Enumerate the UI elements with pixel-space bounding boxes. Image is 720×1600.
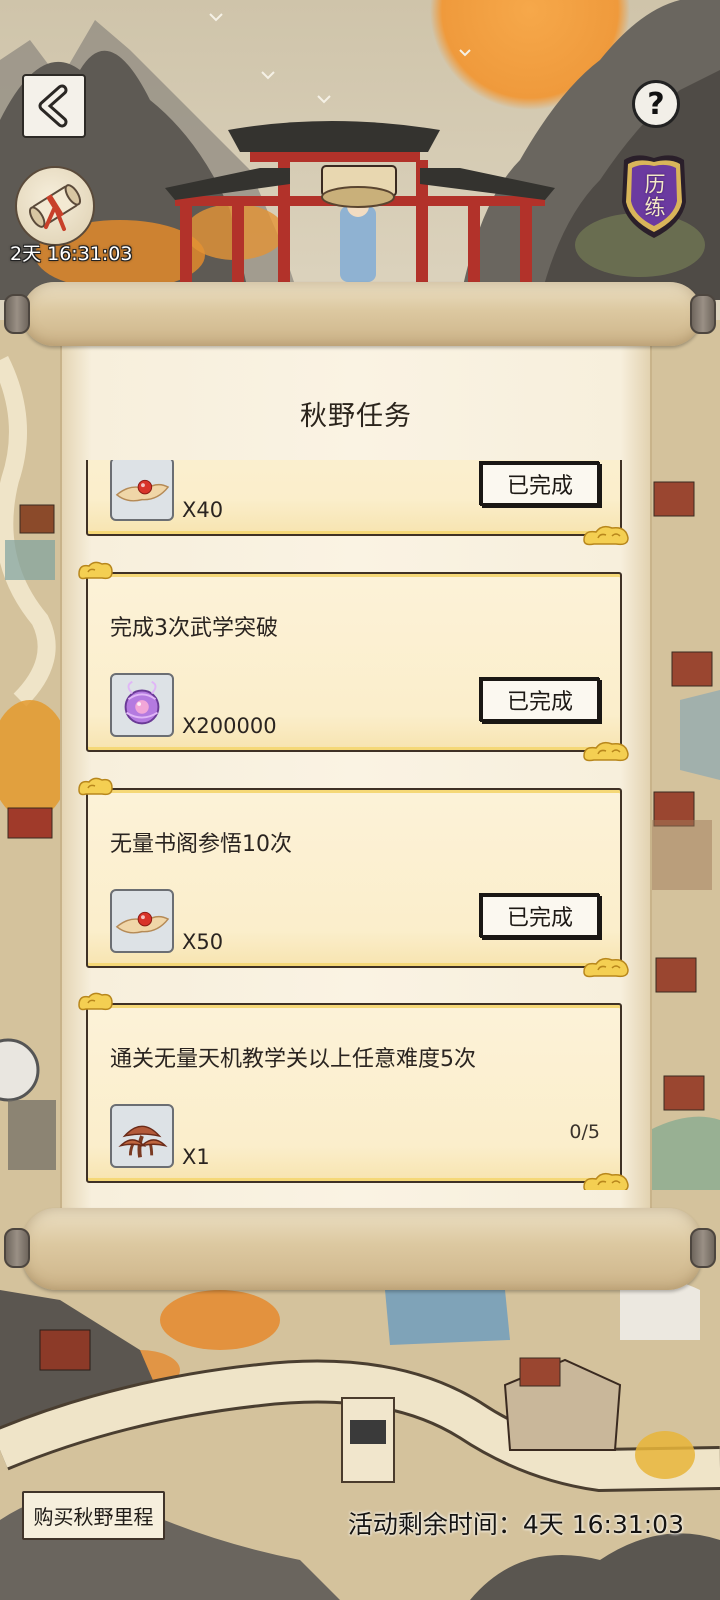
gold-cloud-icon [583,957,629,978]
roller-cap-left [4,1228,30,1268]
back-chevron-icon [38,84,68,128]
gold-cloud-icon [78,992,113,1011]
badge-label: 历练 [642,173,666,219]
task-list[interactable]: X40 已完成 完成3次武学突破 X200000 已完成 无量书阁参悟10次 X… [76,460,636,1190]
back-button[interactable] [22,74,86,138]
help-button[interactable]: ? [632,80,680,128]
scroll-top-roller [22,282,702,346]
roller-cap-right [690,294,716,334]
reward-item[interactable] [110,1104,174,1168]
gift-scroll-icon [28,184,82,231]
reward-item[interactable] [110,673,174,737]
scroll-bottom-roller [22,1208,702,1290]
task-card: X40 已完成 [86,460,629,546]
event-remaining-time: 活动剩余时间：4天 16:31:03 [347,1510,684,1539]
vending-machine [341,1397,395,1483]
reward-quantity: X50 [182,930,224,954]
task-title: 无量书阁参悟10次 [110,832,292,857]
gold-cloud-icon [78,561,113,580]
help-icon: ? [647,86,665,122]
completed-status: 已完成 [480,678,600,722]
reward-quantity: X1 [182,1145,210,1169]
task-title: 通关无量天机教学关以上任意难度5次 [110,1047,476,1072]
reward-quantity: X200000 [182,714,277,738]
reward-item[interactable] [110,889,174,953]
completed-status: 已完成 [480,462,600,506]
completed-status: 已完成 [480,894,600,938]
panel-title: 秋野任务 [300,401,412,432]
buy-autumn-pass-button[interactable]: 购买秋野里程 [22,1491,165,1540]
gift-timer: 2天 16:31:03 [10,243,133,265]
roller-cap-left [4,294,30,334]
reward-quantity: X40 [182,498,224,522]
training-badge-button[interactable]: 历练 [616,150,692,242]
red-pill-leaf-icon [115,479,170,502]
purple-orb-icon [124,680,160,725]
roller-cap-right [690,1228,716,1268]
red-pill-leaf-icon [115,911,170,934]
task-title: 完成3次武学突破 [110,616,278,641]
task-card: 完成3次武学突破 X200000 已完成 [78,561,629,762]
reward-item[interactable] [110,460,174,521]
gold-cloud-icon [583,741,629,762]
task-progress: 0/5 [569,1121,600,1143]
gold-cloud-icon [78,777,113,796]
gold-cloud-icon [583,525,629,546]
task-card: 通关无量天机教学关以上任意难度5次 X1 0/5 [78,992,629,1190]
gold-cloud-icon [583,1172,629,1190]
lingzhi-mushroom-icon [118,1125,168,1158]
task-card: 无量书阁参悟10次 X50 已完成 [78,777,629,978]
event-gift-button[interactable] [15,166,95,246]
